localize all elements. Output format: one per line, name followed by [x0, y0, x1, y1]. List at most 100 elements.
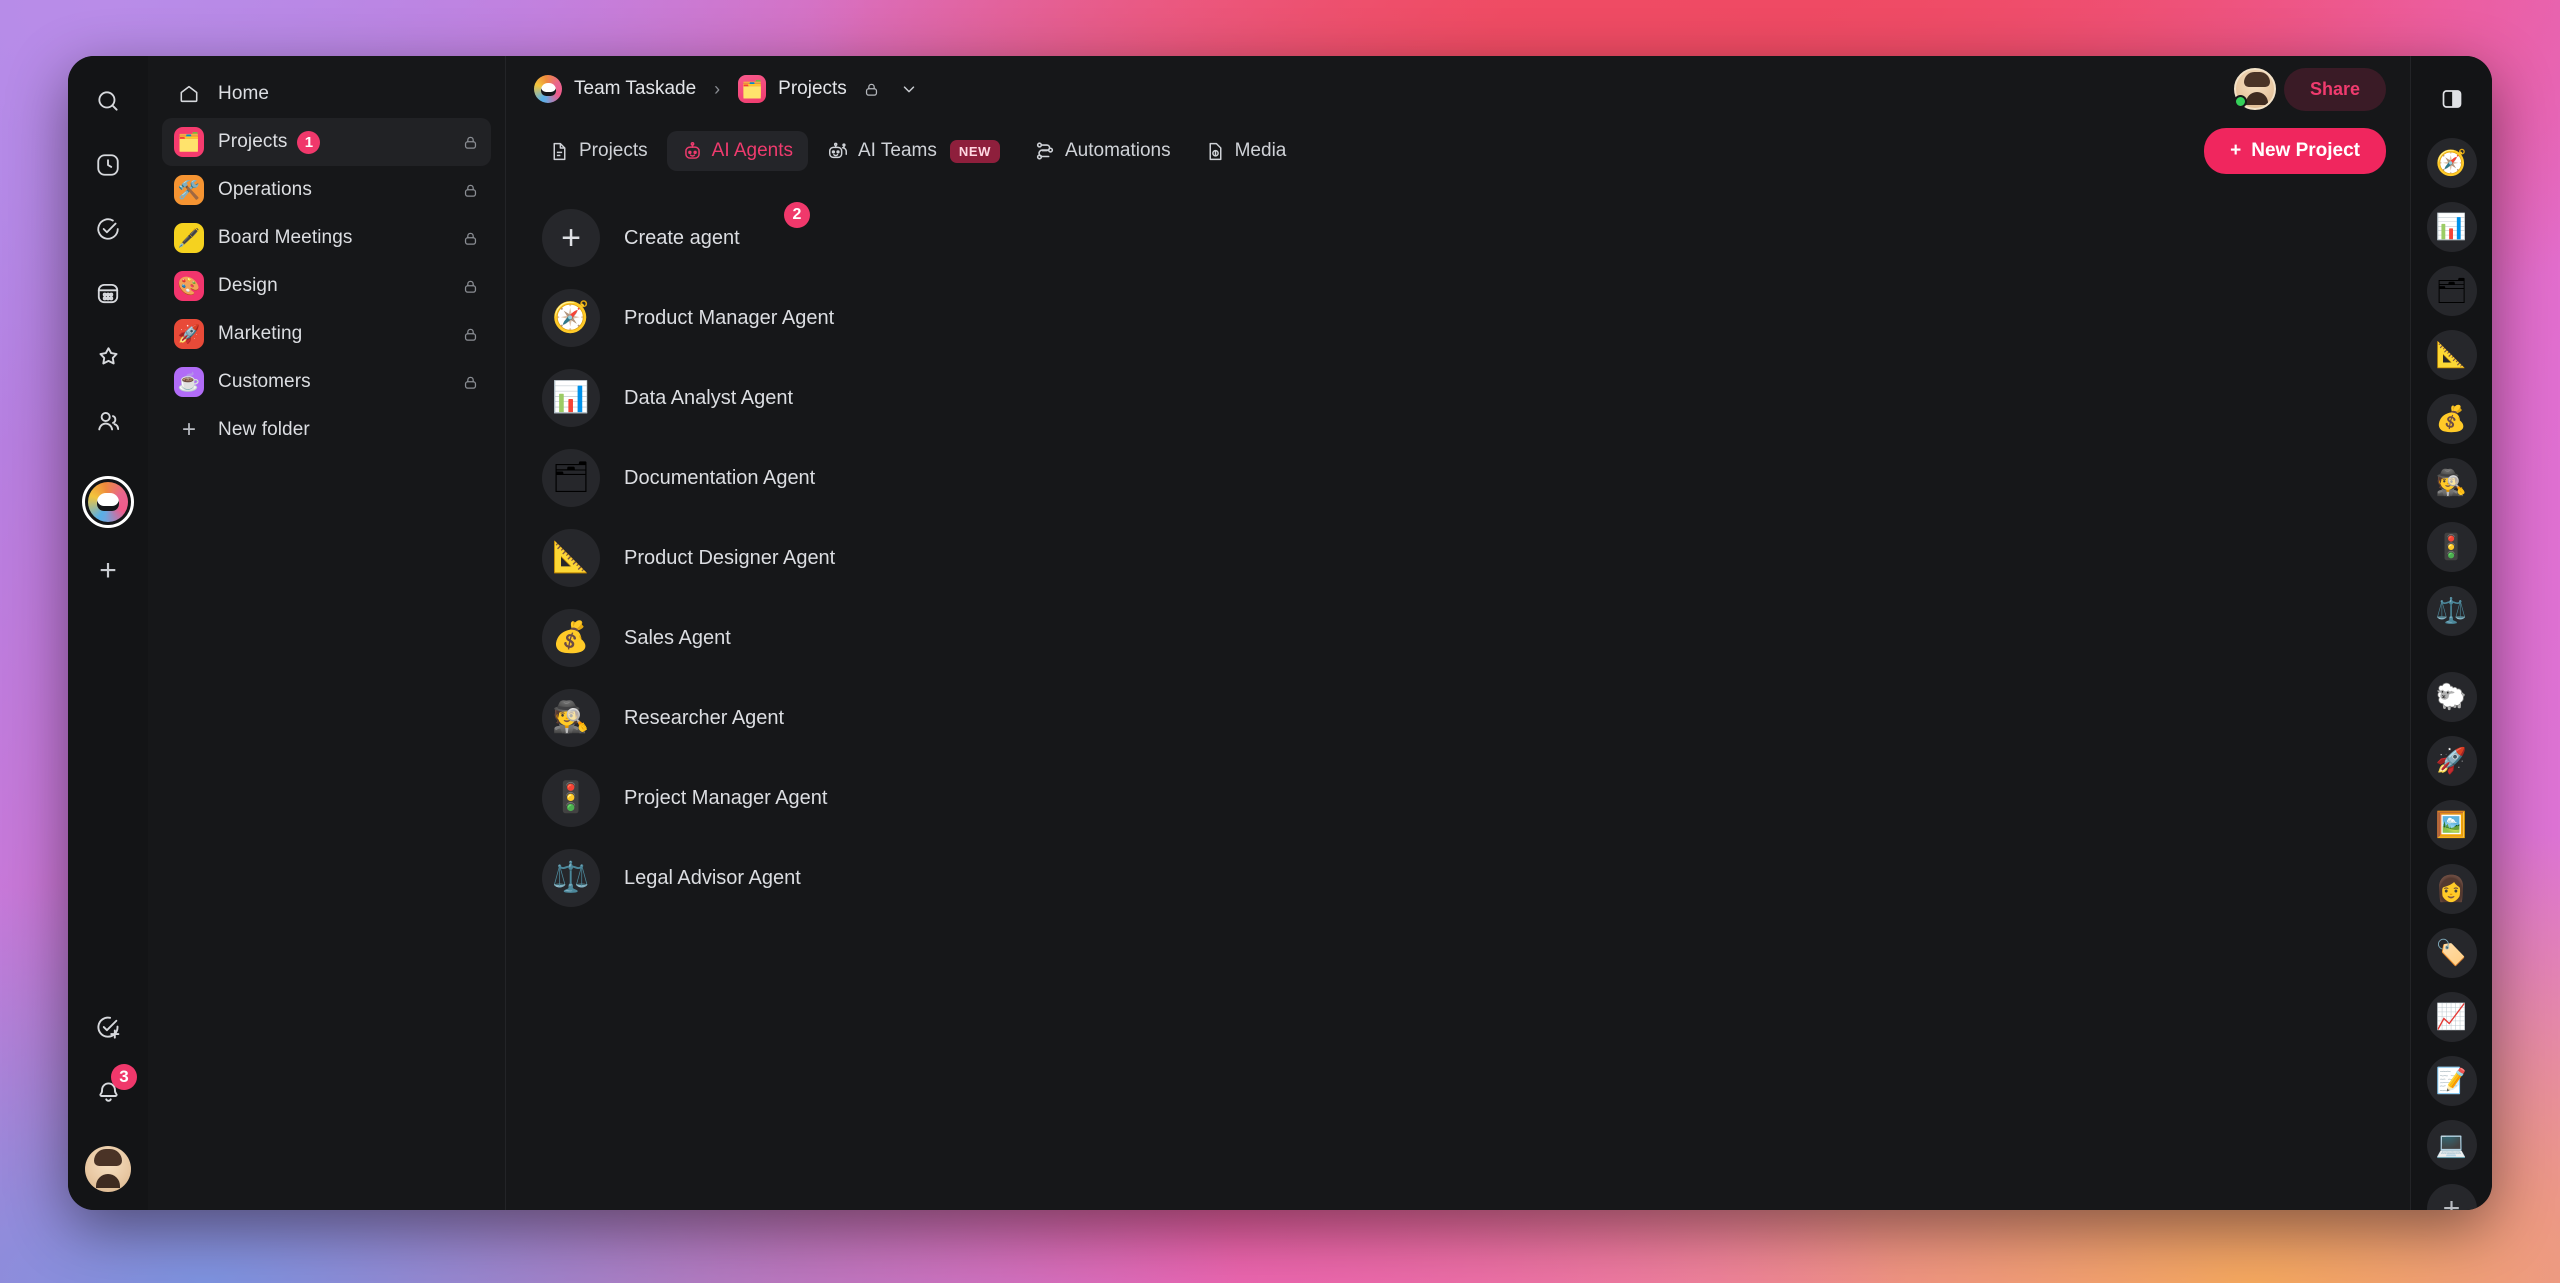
plus-icon: + [542, 209, 600, 267]
person-icon[interactable]: 👩 [2426, 864, 2477, 914]
search-icon[interactable] [85, 78, 131, 124]
legal-advisor-agent-icon[interactable]: ⚖️ [2426, 586, 2477, 636]
new-folder-button[interactable]: + New folder [162, 406, 491, 454]
agent-row[interactable]: 📊 Data Analyst Agent [542, 358, 2410, 438]
add-workspace-label: + [99, 554, 117, 587]
folder-emoji-icon: 🗂️ [174, 127, 204, 157]
icon-rail-bottom: 3 [68, 1004, 148, 1192]
tab-new-badge: NEW [949, 139, 1000, 163]
top-bar-right: Share [2233, 67, 2386, 111]
rocket-icon[interactable]: 🚀 [2426, 736, 2477, 786]
agent-emoji-icon: 🗂 [542, 449, 600, 507]
tab-ai-agents[interactable]: AI Agents [666, 131, 808, 171]
avatar[interactable] [2233, 68, 2276, 110]
lock-icon [462, 278, 479, 295]
tab-media[interactable]: Media [1190, 131, 1302, 171]
sidebar-item-operations[interactable]: 🛠️ Operations [162, 166, 491, 214]
sidebar-item-home[interactable]: Home [162, 70, 491, 118]
researcher-agent-icon[interactable]: 🕵️ [2426, 458, 2477, 508]
sidebar-item-design[interactable]: 🎨 Design [162, 262, 491, 310]
folder-sidebar: Home 🗂️ Projects 1 🛠️ Operations 🖋️ Board Meet… [148, 56, 506, 1210]
project-manager-agent-icon[interactable]: 🚦 [2426, 522, 2477, 572]
people-icon[interactable] [85, 398, 131, 444]
agent-emoji-icon: 🚦 [542, 769, 600, 827]
sheep-icon[interactable]: 🐑 [2426, 672, 2477, 722]
workspace-avatar[interactable] [82, 476, 134, 528]
share-button[interactable]: Share [2283, 67, 2386, 111]
sidebar-item-board-meetings[interactable]: 🖋️ Board Meetings [162, 214, 491, 262]
right-icon-rail: 🧭 📊 🗂 📐 💰 🕵️ 🚦 ⚖️ 🐑 🚀 🖼️ 👩 🏷️ 📈 📝 💻 + [2410, 56, 2492, 1210]
add-workspace-button[interactable]: + [85, 548, 131, 594]
taskade-logo-icon [88, 482, 128, 522]
sidebar-item-label: Operations [218, 179, 312, 200]
agent-label: Product Designer Agent [624, 546, 836, 569]
agent-row[interactable]: 💰 Sales Agent [542, 598, 2410, 678]
sidebar-item-customers[interactable]: ☕ Customers [162, 358, 491, 406]
presence-indicator [2233, 95, 2247, 108]
chart-increasing-icon[interactable]: 📈 [2426, 992, 2477, 1042]
framed-picture-icon[interactable]: 🖼️ [2426, 800, 2477, 850]
agent-label: Sales Agent [624, 626, 731, 649]
agent-row[interactable]: 🧭 Product Manager Agent [542, 278, 2410, 358]
lock-icon [462, 326, 479, 343]
agent-label: Product Manager Agent [624, 306, 835, 329]
laptop-icon[interactable]: 💻 [2426, 1120, 2477, 1170]
breadcrumb-workspace[interactable]: Team Taskade [574, 78, 696, 100]
memo-icon[interactable]: 📝 [2426, 1056, 2477, 1106]
folder-emoji-icon: ☕ [174, 367, 204, 397]
new-project-button[interactable]: + New Project [2204, 128, 2386, 174]
product-designer-agent-icon[interactable]: 📐 [2426, 330, 2477, 380]
tab-label: Automations [1064, 140, 1171, 161]
agent-emoji-icon: 🕵️ [542, 689, 600, 747]
folder-count-badge: 1 [297, 130, 321, 154]
folder-emoji-icon: 🖋️ [174, 223, 204, 253]
agent-emoji-icon: 🧭 [542, 289, 600, 347]
sidebar-item-label: Design [218, 275, 278, 296]
documentation-agent-icon[interactable]: 🗂 [2426, 266, 2477, 316]
new-folder-label: New folder [218, 419, 310, 440]
left-icon-rail: + 3 [68, 56, 148, 1210]
create-agent-button[interactable]: + Create agent 2 [542, 198, 2410, 278]
sidebar-item-projects[interactable]: 🗂️ Projects 1 [162, 118, 491, 166]
lock-icon [462, 230, 479, 247]
add-task-icon[interactable] [85, 1004, 131, 1050]
lock-icon [462, 182, 479, 199]
product-manager-agent-icon[interactable]: 🧭 [2426, 138, 2477, 188]
data-analyst-agent-icon[interactable]: 📊 [2426, 202, 2477, 252]
breadcrumb-project[interactable]: Projects [778, 78, 847, 100]
robot-icon [682, 141, 703, 162]
notifications-badge: 3 [111, 1064, 137, 1090]
agent-label: Data Analyst Agent [624, 386, 794, 409]
favorites-star-icon[interactable] [85, 334, 131, 380]
notifications-bell-icon[interactable]: 3 [85, 1064, 137, 1114]
tab-automations[interactable]: Automations [1019, 131, 1186, 171]
tab-ai-teams[interactable]: AI Teams NEW [812, 131, 1015, 172]
agent-row[interactable]: ⚖️ Legal Advisor Agent [542, 838, 2410, 918]
chevron-right-icon: › [714, 78, 721, 99]
tab-projects[interactable]: Projects [534, 131, 663, 171]
label-icon[interactable]: 🏷️ [2426, 928, 2477, 978]
add-icon[interactable]: + [2426, 1184, 2477, 1210]
plus-icon: + [181, 416, 196, 443]
recent-clock-icon[interactable] [85, 142, 131, 188]
folder-emoji-icon: 🎨 [174, 271, 204, 301]
sales-agent-icon[interactable]: 💰 [2426, 394, 2477, 444]
agent-row[interactable]: 🕵️ Researcher Agent [542, 678, 2410, 758]
top-bar: Team Taskade › 🗂️ Projects Share [506, 56, 2410, 122]
agent-row[interactable]: 📐 Product Designer Agent [542, 518, 2410, 598]
agent-row[interactable]: 🚦 Project Manager Agent [542, 758, 2410, 838]
tab-label: Media [1234, 140, 1287, 161]
sidebar-item-label: Marketing [218, 323, 303, 344]
sidebar-item-marketing[interactable]: 🚀 Marketing [162, 310, 491, 358]
chevron-down-icon[interactable] [900, 80, 918, 98]
agent-row[interactable]: 🗂 Documentation Agent [542, 438, 2410, 518]
account-avatar[interactable] [85, 1146, 131, 1192]
tasks-check-icon[interactable] [85, 206, 131, 252]
lock-icon [863, 81, 880, 98]
calendar-icon[interactable] [85, 270, 131, 316]
folder-emoji-icon: 🛠️ [174, 175, 204, 205]
panel-layout-icon[interactable] [2427, 74, 2477, 124]
breadcrumb[interactable]: Team Taskade › 🗂️ Projects [534, 75, 918, 103]
agent-emoji-icon: ⚖️ [542, 849, 600, 907]
app-window: + 3 Home 🗂️ Projects 1 🛠️ Operations 🖋️ … [68, 56, 2492, 1210]
